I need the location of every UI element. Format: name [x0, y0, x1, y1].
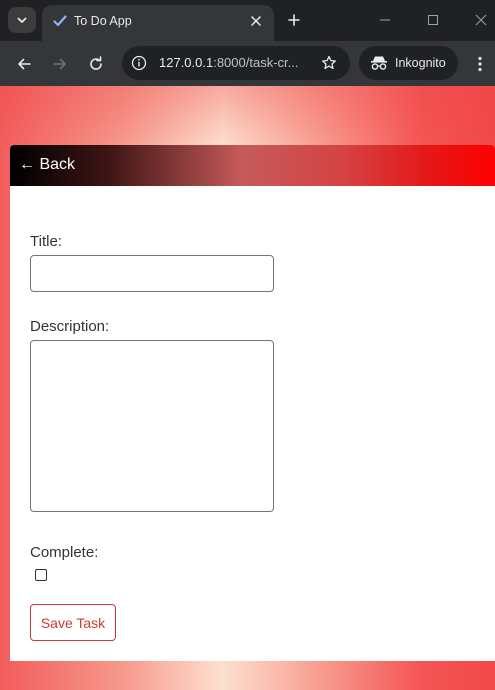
task-form-card: ← Back Title: Description: Complete: Sav… — [10, 145, 495, 661]
profile-label: Inkognito — [395, 56, 446, 70]
description-label: Description: — [30, 318, 110, 335]
tab-search-button[interactable] — [8, 7, 36, 33]
title-input[interactable] — [30, 255, 274, 292]
url-host: 127.0.0.1 — [159, 55, 214, 70]
info-icon — [131, 55, 147, 71]
back-link[interactable]: ← Back — [19, 156, 75, 174]
url-text: 127.0.0.1:8000/task-cr... — [159, 55, 298, 70]
page-viewport: ← Back Title: Description: Complete: Sav… — [0, 86, 495, 690]
checkmark-icon — [53, 15, 67, 27]
new-tab-button[interactable] — [283, 9, 305, 31]
arrow-right-icon — [53, 58, 66, 70]
card-header: ← Back — [10, 145, 495, 186]
kebab-menu-icon — [478, 56, 482, 72]
maximize-button[interactable] — [421, 8, 445, 32]
reload-icon — [90, 56, 102, 70]
url-path: :8000/task-cr... — [213, 55, 299, 70]
browser-menu-button[interactable] — [468, 51, 492, 77]
reload-button[interactable] — [83, 51, 109, 77]
close-icon — [251, 16, 261, 26]
window-close-button[interactable] — [469, 8, 493, 32]
description-textarea[interactable] — [30, 340, 274, 512]
site-info-button[interactable] — [130, 54, 148, 72]
plus-icon — [288, 14, 300, 26]
save-task-button[interactable]: Save Task — [30, 604, 116, 641]
complete-label: Complete: — [30, 544, 99, 561]
arrow-left-icon — [18, 58, 31, 70]
minimize-icon — [380, 19, 390, 21]
incognito-profile-button[interactable]: Inkognito — [359, 46, 458, 80]
incognito-icon — [371, 56, 387, 70]
maximize-icon — [428, 15, 438, 25]
minimize-button[interactable] — [373, 8, 397, 32]
close-icon — [475, 14, 487, 26]
back-nav-button[interactable] — [11, 51, 37, 77]
browser-tabstrip: To Do App — [0, 0, 495, 41]
browser-tab[interactable]: To Do App — [42, 5, 274, 41]
address-bar[interactable]: 127.0.0.1:8000/task-cr... — [122, 46, 350, 80]
forward-nav-button[interactable] — [47, 51, 73, 77]
chevron-down-icon — [17, 17, 27, 23]
browser-toolbar: 127.0.0.1:8000/task-cr... Inkognito — [0, 41, 495, 86]
complete-checkbox[interactable] — [35, 569, 47, 581]
tab-close-button[interactable] — [246, 11, 266, 31]
bookmark-button[interactable] — [320, 54, 338, 72]
tab-title: To Do App — [74, 14, 132, 28]
title-label: Title: — [30, 233, 62, 250]
star-icon — [322, 55, 336, 70]
